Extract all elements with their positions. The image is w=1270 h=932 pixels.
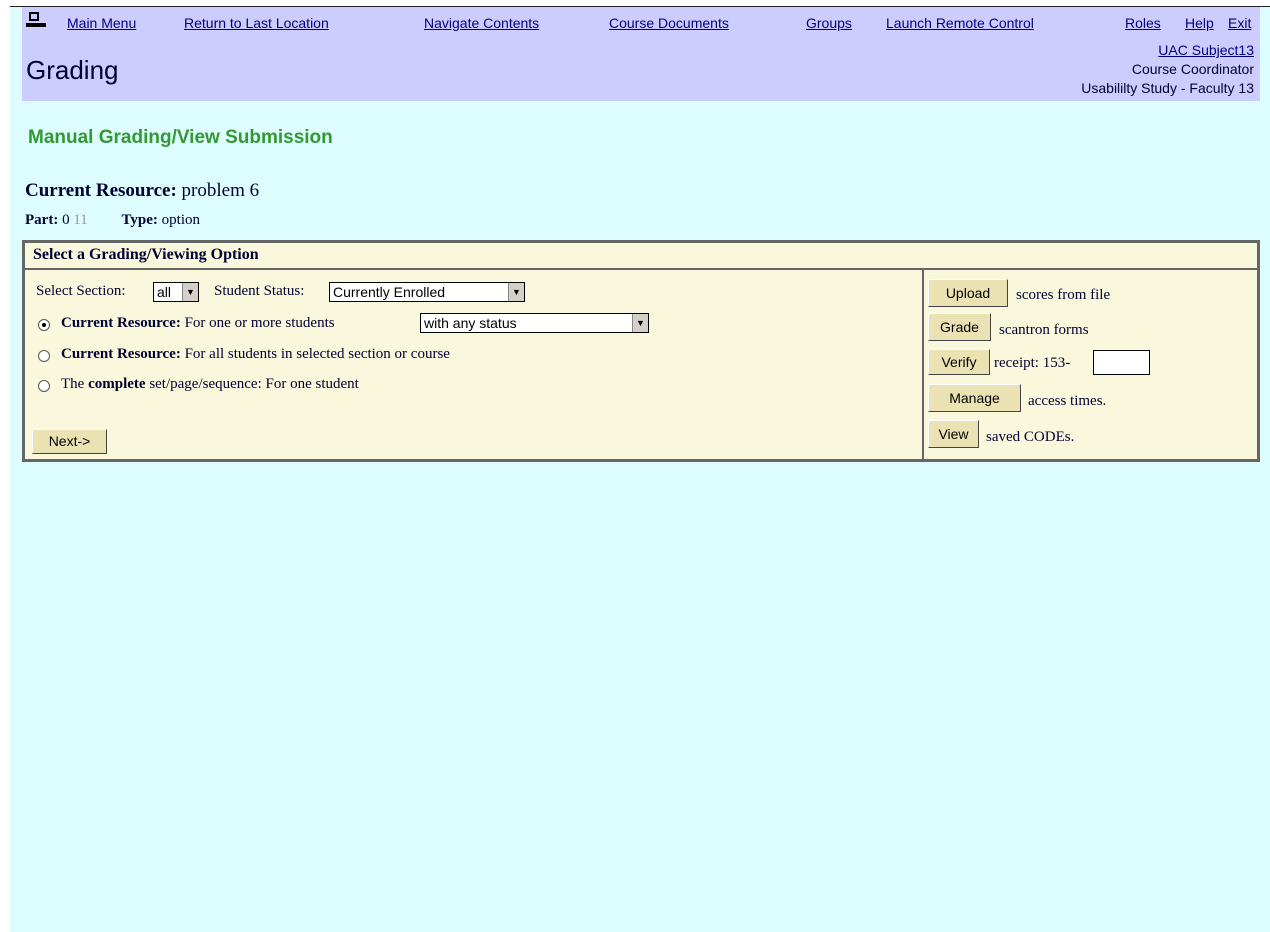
verify-button[interactable]: Verify — [928, 349, 990, 375]
nav-return-last-location[interactable]: Return to Last Location — [184, 15, 329, 31]
resource-label: Current Resource: — [25, 180, 177, 201]
option-current-resource-all-radio[interactable] — [38, 350, 50, 362]
user-info: UAC Subject13 Course Coordinator Usabili… — [1081, 41, 1254, 98]
manage-description: access times. — [1028, 393, 1107, 409]
column-divider — [922, 270, 924, 462]
student-filter-select[interactable]: with any status ▼ — [420, 313, 649, 333]
option-complete-sequence-label: The complete set/page/sequence: For one … — [61, 376, 359, 393]
resource-value: problem 6 — [181, 180, 260, 201]
upload-button[interactable]: Upload — [928, 279, 1008, 307]
filter-select-value: with any status — [424, 315, 517, 331]
chevron-down-icon: ▼ — [508, 283, 524, 301]
option1-bold: Current Resource: — [61, 315, 181, 331]
nav-course-documents[interactable]: Course Documents — [609, 15, 729, 31]
manage-button[interactable]: Manage — [928, 384, 1021, 412]
receipt-input[interactable] — [1093, 350, 1150, 375]
status-label: Student Status: — [214, 283, 305, 299]
page-title: Grading — [26, 55, 119, 85]
part-label: Part: — [25, 212, 59, 228]
user-role: Course Coordinator — [1131, 61, 1254, 77]
section-heading: Manual Grading/View Submission — [28, 127, 333, 148]
grading-options-table: Select a Grading/Viewing Option Select S… — [22, 240, 1260, 462]
user-name-link[interactable]: UAC Subject13 — [1081, 41, 1254, 60]
computer-icon[interactable] — [26, 12, 46, 28]
nav-groups[interactable]: Groups — [806, 15, 852, 31]
view-button[interactable]: View — [928, 420, 979, 448]
section-select[interactable]: all ▼ — [153, 282, 199, 302]
option-current-resource-all-label: Current Resource: For all students in se… — [61, 346, 450, 363]
option-complete-sequence-radio[interactable] — [38, 380, 50, 392]
part-id: 11 — [73, 212, 88, 228]
nav-roles[interactable]: Roles — [1125, 15, 1161, 31]
option-current-resource-some-label: Current Resource: For one or more studen… — [61, 315, 335, 332]
nav-launch-remote-control[interactable]: Launch Remote Control — [886, 15, 1034, 31]
option2-bold: Current Resource: — [61, 346, 181, 362]
chevron-down-icon: ▼ — [182, 283, 198, 301]
student-status-select[interactable]: Currently Enrolled ▼ — [329, 282, 525, 302]
nav-exit[interactable]: Exit — [1228, 15, 1251, 31]
nav-main-menu[interactable]: Main Menu — [67, 15, 136, 31]
nav-navigate-contents[interactable]: Navigate Contents — [424, 15, 539, 31]
view-description: saved CODEs. — [986, 429, 1075, 445]
grade-button[interactable]: Grade — [928, 313, 991, 341]
header-bar: Main Menu Return to Last Location Naviga… — [22, 7, 1260, 101]
option3-bold: complete — [88, 376, 146, 392]
next-button[interactable]: Next-> — [32, 429, 107, 454]
grade-description: scantron forms — [999, 322, 1089, 338]
part-value: 0 — [62, 212, 70, 228]
option2-text: For all students in selected section or … — [184, 346, 450, 362]
chevron-down-icon: ▼ — [632, 314, 648, 332]
part-type-line: Part: 0 11 Type: option — [25, 212, 200, 229]
verify-description: receipt: 153- — [994, 355, 1071, 371]
option1-text: For one or more students — [184, 315, 335, 331]
section-label: Select Section: — [36, 283, 126, 299]
course-name: Usabililty Study - Faculty 13 — [1081, 80, 1254, 96]
type-label: Type: — [121, 212, 158, 228]
current-resource-line: Current Resource: problem 6 — [25, 180, 259, 202]
type-value: option — [161, 212, 200, 228]
option3-text: set/page/sequence: For one student — [149, 376, 359, 392]
option3-pre: The — [61, 376, 85, 392]
upload-description: scores from file — [1016, 287, 1111, 303]
status-select-value: Currently Enrolled — [333, 284, 446, 300]
option-current-resource-some-radio[interactable] — [38, 319, 50, 331]
section-select-value: all — [157, 284, 172, 300]
options-table-title: Select a Grading/Viewing Option — [25, 243, 1257, 270]
nav-help[interactable]: Help — [1185, 15, 1214, 31]
